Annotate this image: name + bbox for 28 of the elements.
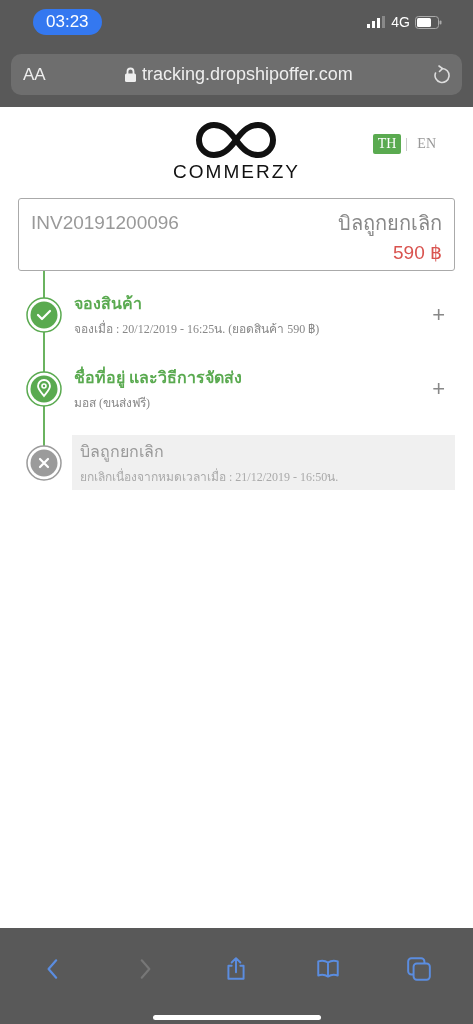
address-bar[interactable]: AA tracking.dropshipoffer.com (11, 54, 462, 95)
expand-button[interactable]: + (432, 301, 445, 328)
infinity-logo-icon (194, 121, 279, 159)
battery-icon (415, 15, 442, 29)
step-detail: จองเมื่อ : 20/12/2019 - 16:25น. (ยอดสินค้า 590 ฿) (74, 319, 320, 338)
invoice-status: บิลถูกยกเลิก (338, 211, 442, 238)
tabs-icon[interactable] (406, 955, 433, 982)
invoice-number: INV20191200096 (31, 212, 179, 234)
network-label: 4G (391, 14, 410, 30)
logo-text: COMMERZY (173, 161, 300, 183)
language-tab[interactable]: TH (372, 134, 402, 154)
map-pin-icon (26, 370, 62, 407)
url-text: tracking.dropshipoffer.com (141, 64, 353, 85)
close-icon (26, 444, 62, 481)
expand-button[interactable]: + (432, 375, 445, 402)
status-time: 03:23 (33, 9, 102, 35)
language-tab[interactable]: EN (412, 134, 441, 154)
lock-icon (124, 67, 136, 82)
signal-icon (367, 16, 387, 28)
invoice-total: 590 ฿ (393, 241, 442, 264)
step-title: บิลถูกยกเลิก (80, 442, 165, 464)
step-detail: ยกเลิกเนื่องจากหมดเวลาเมื่อ : 21/12/2019 - 16:50น. (80, 467, 339, 486)
check-icon (26, 296, 62, 333)
step-title: จองสินค้า (74, 294, 143, 314)
reload-icon[interactable] (432, 64, 450, 85)
text-size-button[interactable]: AA (23, 64, 46, 85)
step-detail: มอส (ขนส่งฟรี) (74, 395, 151, 412)
step-title: ชื่อที่อยู่ และวิธีการจัดส่ง (74, 365, 243, 390)
